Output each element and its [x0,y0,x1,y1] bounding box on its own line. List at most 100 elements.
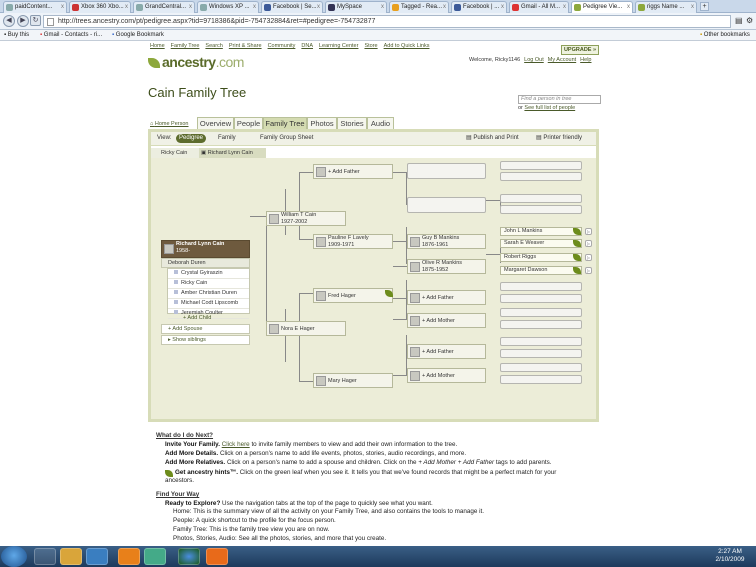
expand-arrow-icon[interactable]: ▷ [585,254,592,261]
header-link-dna[interactable]: DNA [301,43,313,49]
new-tab-button[interactable]: + [700,2,709,11]
close-icon[interactable]: x [691,2,694,13]
vlc-icon[interactable] [118,548,140,565]
add-father-card[interactable]: + Add Father [313,164,393,179]
person-card-mother[interactable]: Nora E Hager [266,321,346,336]
logout-link[interactable]: Log Out [524,57,544,63]
close-icon[interactable]: x [381,2,384,13]
media-player-icon[interactable] [86,548,108,565]
header-link-quick-links[interactable]: Add to Quick Links [384,43,430,49]
person-card-maternal-grandfather[interactable]: Fred Hager [313,288,393,303]
show-siblings-link[interactable]: ▸ Show siblings [161,335,250,345]
forward-button[interactable]: ▶ [17,15,29,27]
other-bookmarks[interactable]: ▪ Other bookmarks [700,30,750,40]
page-menu-icon[interactable]: ▤ [735,16,744,26]
tab-audio[interactable]: Audio [367,117,394,129]
wrench-icon[interactable]: ⚙ [746,16,755,26]
tab-family-tree[interactable]: Family Tree [263,117,307,129]
app-icon[interactable] [144,548,166,565]
green-leaf-hint-icon[interactable] [573,254,581,261]
empty-ancestor-slot[interactable] [500,282,582,291]
home-person-link[interactable]: ⌂ Home Person [150,121,189,127]
empty-ancestor-slot[interactable] [407,197,486,213]
breadcrumb-item[interactable]: Ricky Cain [161,148,187,158]
person-card-great-grandfather[interactable]: Guy B Mankins 1876-1961 [407,234,486,249]
help-link[interactable]: Help [580,57,591,63]
browser-tab[interactable]: GrandCentral... x [133,1,195,13]
view-family-group-sheet-button[interactable]: Family Group Sheet [260,132,313,145]
close-icon[interactable]: x [317,2,320,13]
empty-ancestor-slot[interactable] [500,363,582,372]
green-leaf-hint-icon[interactable] [573,267,581,274]
url-input[interactable]: http://trees.ancestry.com/pt/pedigree.as… [43,15,731,28]
child-item[interactable]: Ricky Cain [168,279,249,289]
bookmark-item[interactable]: ▪ Gmail - Contacts - ri... [40,30,102,40]
expand-arrow-icon[interactable]: ▷ [585,267,592,274]
add-spouse-link[interactable]: + Add Spouse [161,324,250,334]
person-card-gen5[interactable]: Robert Riggs [500,253,582,262]
tab-overview[interactable]: Overview [197,117,234,129]
close-icon[interactable]: x [125,2,128,13]
browser-tab[interactable]: Facebook | ... x [451,1,507,13]
header-link-print-share[interactable]: Print & Share [229,43,262,49]
chrome-icon[interactable] [178,548,200,565]
browser-tab[interactable]: paidContent... x [3,1,67,13]
system-clock[interactable]: 2:27 AM 2/10/2009 [710,548,750,564]
find-person-input[interactable]: Find a person in tree [518,95,601,104]
person-card-great-grandmother[interactable]: Olive R Mankins 1875-1952 [407,259,486,274]
tab-stories[interactable]: Stories [337,117,367,129]
invite-link[interactable]: Click here [222,441,250,448]
add-mother-card[interactable]: + Add Mother [407,313,486,328]
empty-ancestor-slot[interactable] [500,320,582,329]
bookmark-item[interactable]: ▪ Buy this [4,30,29,40]
add-child-link[interactable]: + Add Child [167,314,250,324]
browser-tab[interactable]: riggs Name ... x [635,1,697,13]
empty-ancestor-slot[interactable] [500,308,582,317]
firefox-icon[interactable] [206,548,228,565]
close-icon[interactable]: x [253,2,256,13]
header-link-family-tree[interactable]: Family Tree [171,43,200,49]
empty-ancestor-slot[interactable] [500,294,582,303]
start-button[interactable] [1,546,27,567]
add-mother-card[interactable]: + Add Mother [407,368,486,383]
empty-ancestor-slot[interactable] [500,194,582,203]
expand-arrow-icon[interactable]: ▷ [585,240,592,247]
upgrade-button[interactable]: UPGRADE » [561,45,599,55]
browser-tab-active[interactable]: Pedigree Vie... x [571,1,633,13]
header-link-learning-center[interactable]: Learning Center [319,43,358,49]
person-card-gen5[interactable]: John L Mankins [500,227,582,236]
empty-ancestor-slot[interactable] [500,205,582,214]
view-family-button[interactable]: Family [218,132,236,145]
header-link-store[interactable]: Store [364,43,377,49]
person-card-paternal-grandmother[interactable]: Pauline F Lavely 1909-1971 [313,234,393,249]
empty-ancestor-slot[interactable] [500,349,582,358]
explorer-icon[interactable] [34,548,56,565]
focus-person-card[interactable]: Richard Lynn Cain 1958- [161,240,250,258]
person-card-gen5[interactable]: Margaret Dawson [500,266,582,275]
browser-tab[interactable]: Windows XP ... x [197,1,259,13]
browser-tab[interactable]: Gmail - All M... x [509,1,569,13]
empty-ancestor-slot[interactable] [500,172,582,181]
my-account-link[interactable]: My Account [548,57,576,63]
close-icon[interactable]: x [189,2,192,13]
browser-tab[interactable]: Xbox 360 Xbo... x [69,1,131,13]
close-icon[interactable]: x [627,2,630,13]
back-button[interactable]: ◀ [3,15,15,27]
close-icon[interactable]: x [61,2,64,13]
child-item[interactable]: Crystal Gyiraszin [168,269,249,279]
browser-tab[interactable]: Tagged - Rea... x [389,1,449,13]
empty-ancestor-slot[interactable] [500,375,582,384]
empty-ancestor-slot[interactable] [407,163,486,179]
child-item[interactable]: Amber Christian Duren [168,289,249,299]
spouse-row[interactable]: Deborah Duren [161,258,250,268]
add-father-card[interactable]: + Add Father [407,344,486,359]
child-item[interactable]: Michael Codt Lipscomb [168,299,249,309]
bookmark-item[interactable]: ▪ Google Bookmark [112,30,164,40]
expand-arrow-icon[interactable]: ▷ [585,228,592,235]
close-icon[interactable]: x [563,2,566,13]
ancestry-logo[interactable]: ancestry.com [148,54,244,70]
empty-ancestor-slot[interactable] [500,161,582,170]
folder-icon[interactable] [60,548,82,565]
person-card-maternal-grandmother[interactable]: Mary Hager [313,373,393,388]
person-card-father[interactable]: William T Cain 1927-2002 [266,211,346,226]
